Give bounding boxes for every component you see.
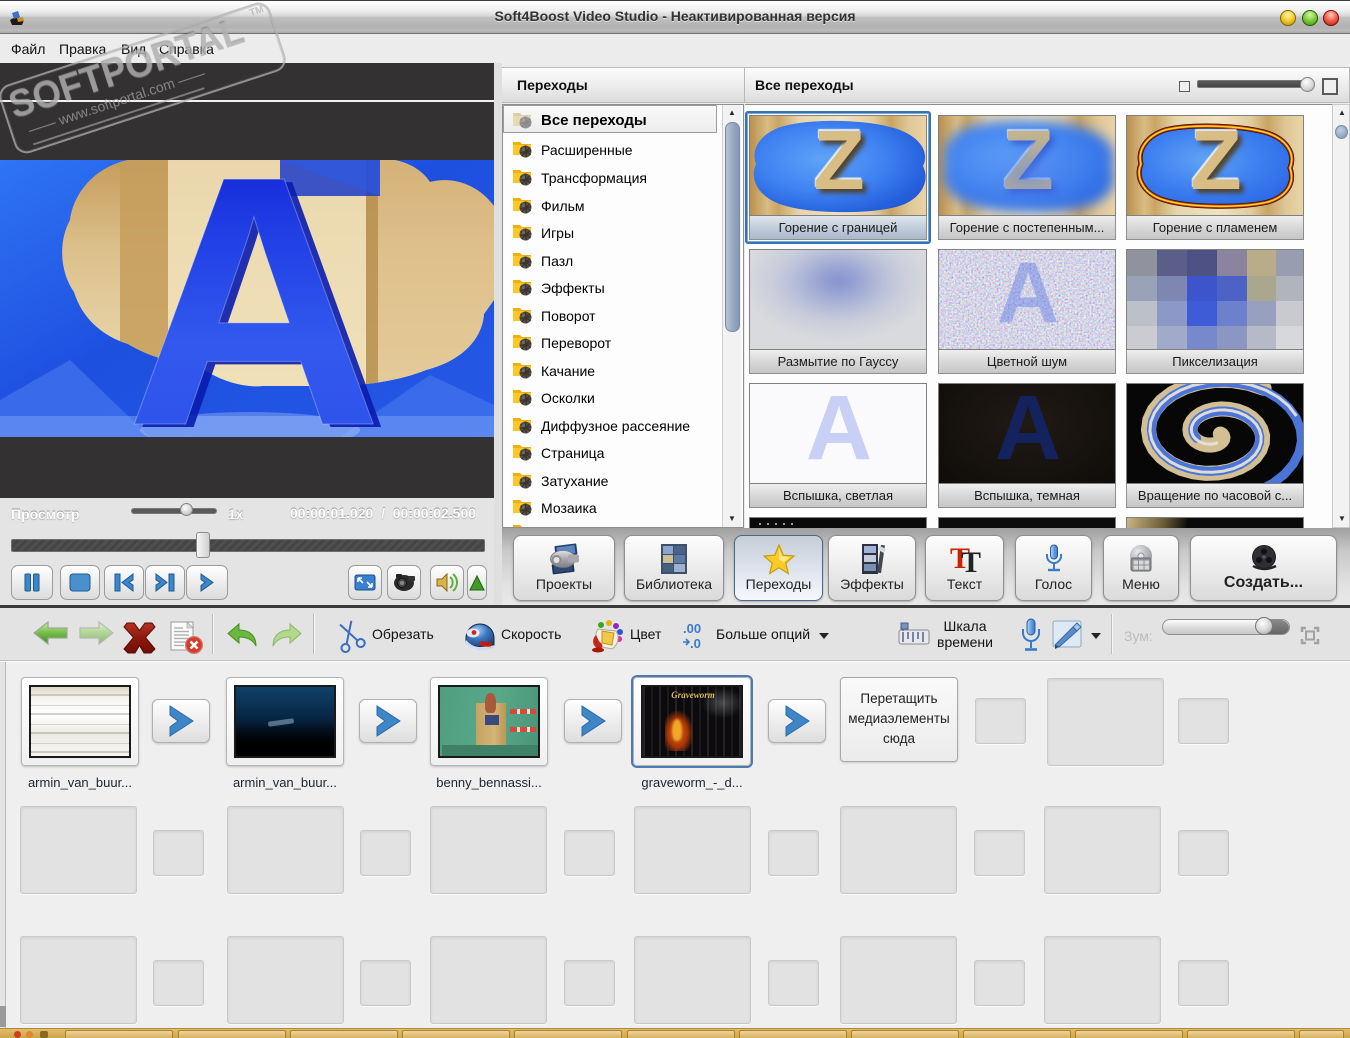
svg-text:.00: .00	[683, 621, 701, 636]
svg-text:.0: .0	[690, 636, 701, 651]
svg-text:T: T	[961, 546, 981, 576]
svg-text:A: A	[125, 160, 382, 437]
